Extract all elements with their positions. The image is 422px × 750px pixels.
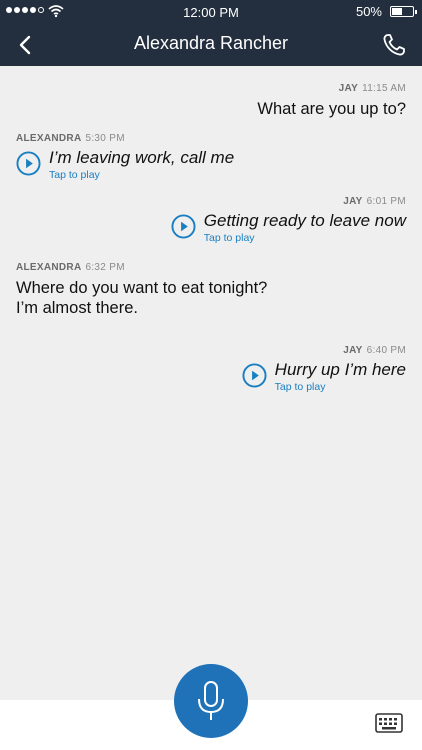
message-text: Where do you want to eat tonight? I’m al… (16, 278, 267, 318)
voice-message-player[interactable]: Getting ready to leave now Tap to play (171, 211, 406, 244)
message-time: 6:01 PM (366, 196, 406, 207)
message-time: 6:40 PM (366, 345, 406, 356)
message-item: JAY 11:15 AM What are you up to? (257, 83, 406, 119)
battery-fill (392, 8, 402, 15)
message-time: 11:15 AM (362, 83, 406, 94)
voice-message-player[interactable]: Hurry up I’m here Tap to play (242, 360, 406, 393)
tap-to-play-link[interactable]: Tap to play (275, 381, 406, 393)
message-text-line: Where do you want to eat tonight? (16, 279, 268, 297)
message-item: ALEXANDRA 5:30 PM I’m leaving work, call … (16, 133, 234, 181)
play-circle-icon[interactable] (16, 151, 41, 176)
message-time: 6:32 PM (85, 262, 125, 273)
message-meta: JAY 6:01 PM (171, 196, 406, 207)
call-button[interactable] (380, 31, 408, 59)
conversation-header: Alexandra Rancher (0, 24, 422, 66)
message-sender: ALEXANDRA (16, 133, 82, 144)
message-item: JAY 6:01 PM Getting ready to leave now Ta… (171, 196, 406, 244)
voice-message-transcript: Getting ready to leave now (203, 211, 406, 230)
message-time: 5:30 PM (85, 133, 125, 144)
contact-name-title: Alexandra Rancher (133, 33, 289, 53)
message-meta: JAY 6:40 PM (242, 345, 406, 356)
microphone-icon (198, 681, 224, 720)
voice-message-player[interactable]: I’m leaving work, call me Tap to play (16, 148, 234, 181)
microphone-button[interactable] (174, 664, 248, 738)
keyboard-button[interactable] (375, 712, 403, 734)
message-sender: JAY (343, 345, 363, 356)
battery-icon (390, 6, 417, 17)
message-item: JAY 6:40 PM Hurry up I’m here Tap to play (242, 345, 406, 393)
voice-message-transcript: Hurry up I’m here (274, 360, 406, 379)
tap-to-play-link[interactable]: Tap to play (204, 232, 406, 244)
message-meta: JAY 11:15 AM (257, 83, 406, 94)
voice-message-transcript: I’m leaving work, call me (49, 148, 235, 167)
phone-icon (383, 34, 405, 56)
play-circle-icon[interactable] (171, 214, 196, 239)
status-bar: 12:00 PM 50% (0, 0, 422, 24)
conversation-screen: 12:00 PM 50% Alexandra Rancher JAY 11:15 … (0, 0, 422, 750)
message-text: What are you up to? (257, 100, 406, 118)
message-sender: JAY (343, 196, 363, 207)
battery-percentage: 50% (355, 4, 382, 19)
tap-to-play-link[interactable]: Tap to play (49, 169, 234, 181)
message-sender: JAY (338, 83, 359, 94)
message-text-line: I’m almost there. (16, 299, 138, 317)
keyboard-icon (375, 713, 403, 733)
message-sender: ALEXANDRA (16, 262, 82, 273)
message-item: ALEXANDRA 6:32 PM Where do you want to ea… (16, 262, 267, 318)
message-meta: ALEXANDRA 5:30 PM (16, 133, 234, 144)
message-meta: ALEXANDRA 6:32 PM (16, 262, 267, 273)
play-circle-icon[interactable] (242, 363, 267, 388)
